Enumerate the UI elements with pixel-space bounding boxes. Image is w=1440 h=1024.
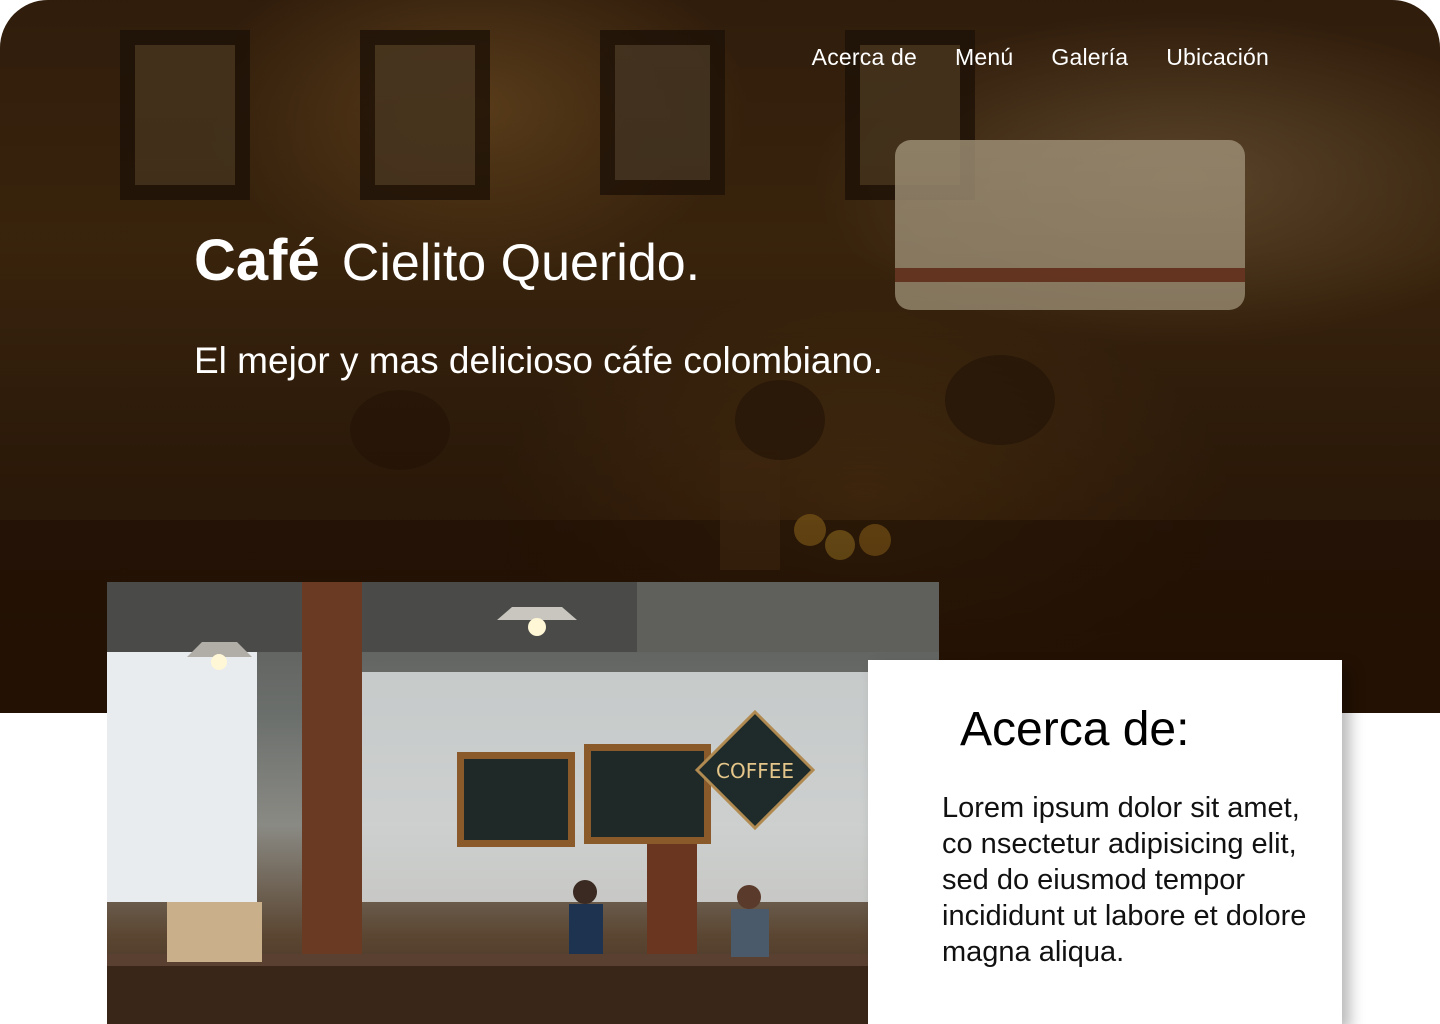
svg-text:COFFEE: COFFEE	[716, 759, 794, 783]
nav-item-acerca-de[interactable]: Acerca de	[812, 44, 917, 71]
nav-item-menu[interactable]: Menú	[955, 44, 1013, 71]
about-body-text: Lorem ipsum dolor sit amet, co nsectetur…	[942, 792, 1307, 968]
hero-subtitle: El mejor y mas delicioso cáfe colombiano…	[194, 340, 883, 381]
coffee-shop-photo: COFFEE	[107, 582, 939, 1024]
nav-item-ubicacion[interactable]: Ubicación	[1166, 44, 1269, 71]
about-card: Acerca de: Lorem ipsum dolor sit amet, c…	[868, 660, 1342, 1024]
landing-page: Acerca de Menú Galería Ubicación Café Cie…	[0, 0, 1440, 1024]
main-nav: Acerca de Menú Galería Ubicación	[812, 44, 1269, 71]
hero-title: Café Cielito Querido.	[194, 232, 700, 290]
about-photo: COFFEE	[107, 582, 939, 1024]
nav-item-galeria[interactable]: Galería	[1051, 44, 1128, 71]
about-heading: Acerca de:	[960, 703, 1190, 756]
hero-title-light: Cielito Querido.	[341, 234, 701, 292]
hero-title-bold: Café	[194, 228, 320, 293]
